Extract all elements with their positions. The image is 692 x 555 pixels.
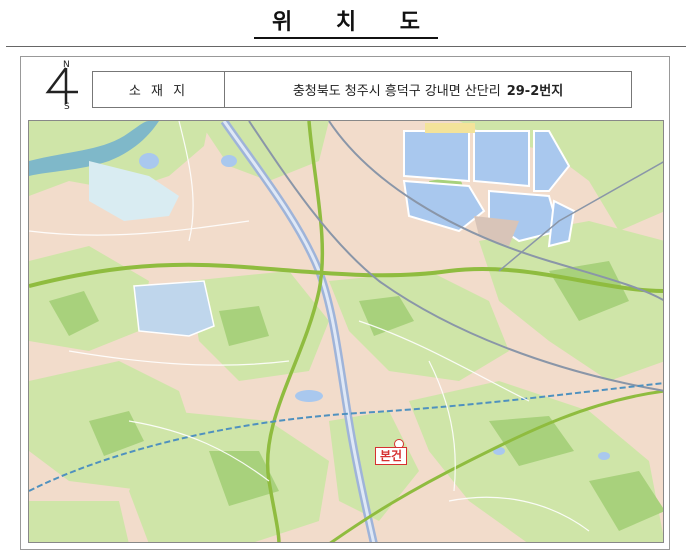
- title-text: 위 치 도: [253, 10, 439, 39]
- address-text: 충청북도 청주시 흥덕구 강내면 산단리: [292, 84, 501, 99]
- map-image: [29, 121, 663, 542]
- location-table: 소 재 지 충청북도 청주시 흥덕구 강내면 산단리 29-2번지: [92, 71, 632, 108]
- north-arrow: N S: [44, 60, 80, 112]
- lot-number: 29-2번지: [506, 84, 564, 99]
- page-title: 위 치 도: [0, 4, 692, 39]
- north-arrow-icon: [45, 67, 78, 104]
- south-label: S: [64, 102, 70, 112]
- location-label: 소 재 지: [93, 72, 225, 107]
- title-underline: [6, 46, 686, 47]
- location-map[interactable]: 본건: [28, 120, 664, 543]
- location-value: 충청북도 청주시 흥덕구 강내면 산단리 29-2번지: [225, 72, 631, 107]
- site-label: 본건: [375, 447, 408, 465]
